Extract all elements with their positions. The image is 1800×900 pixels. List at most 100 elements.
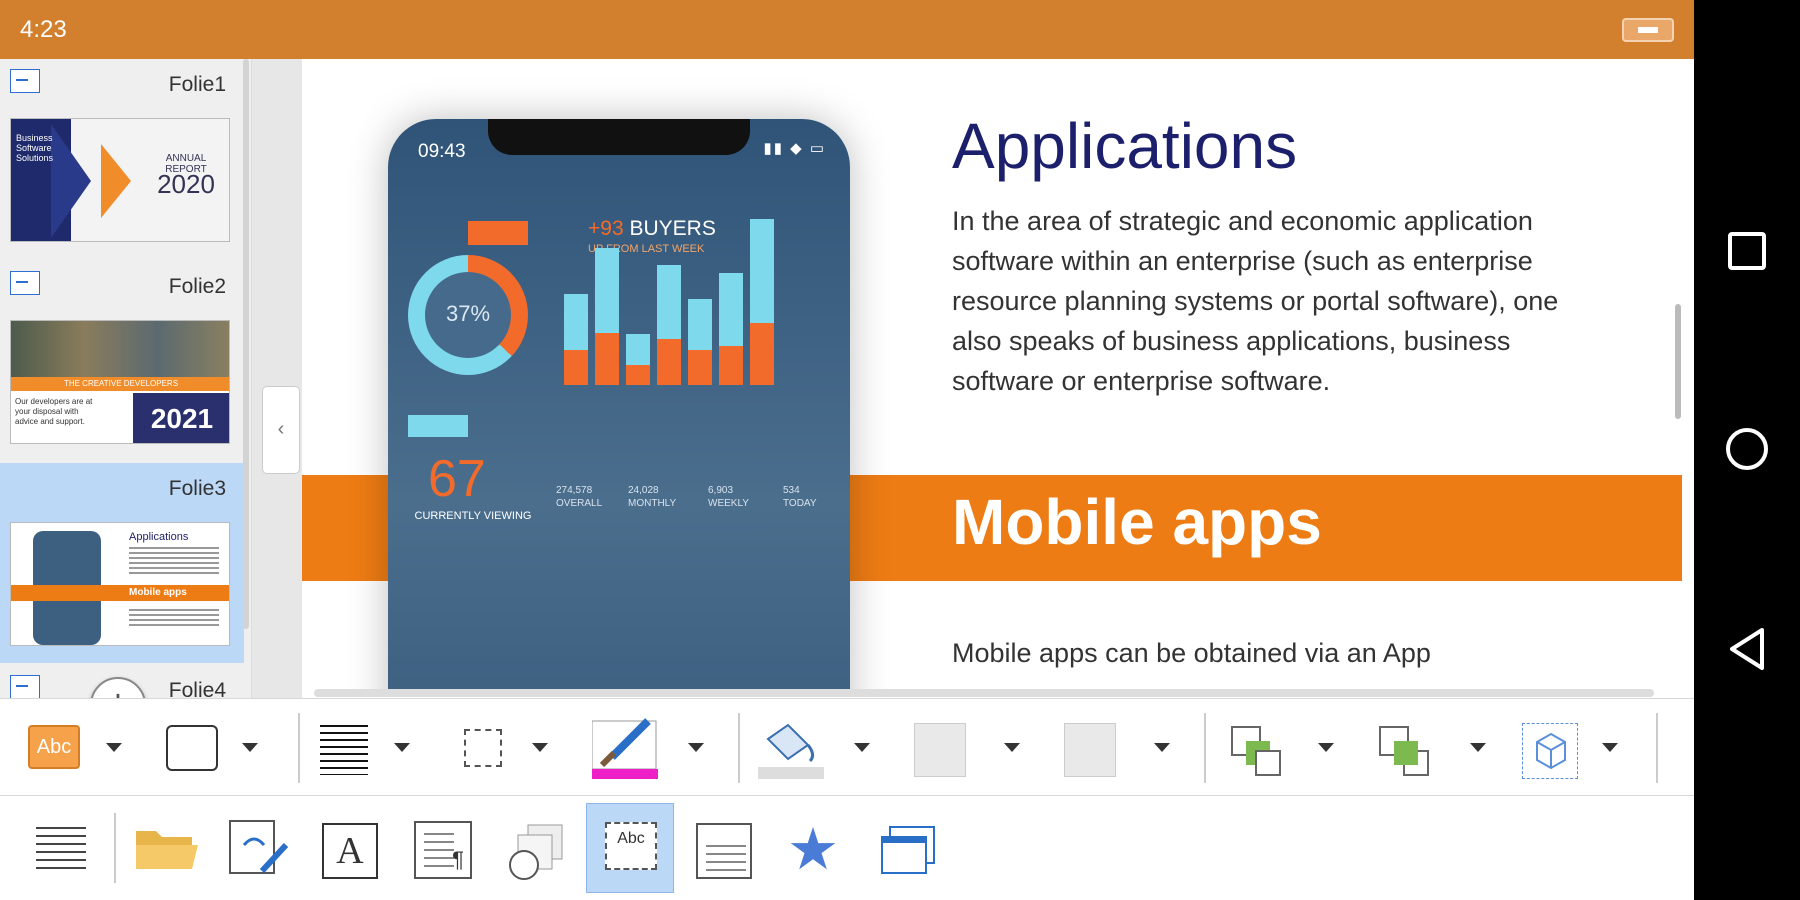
thumb-line: Our developers are at xyxy=(15,397,93,406)
slide-vertical-scrollbar[interactable] xyxy=(1675,304,1681,419)
chevron-down-icon[interactable] xyxy=(1154,743,1170,752)
phone-image[interactable]: 09:43 ▮▮ ◆ ▭ 37% +93 BUYERS UP FROM LAST… xyxy=(388,119,850,689)
phone-buyers: +93 BUYERS xyxy=(588,217,716,241)
slide-panel[interactable]: Folie1 Business Software Solutions ANNUA… xyxy=(0,59,252,698)
slide-name: Folie1 xyxy=(168,73,226,96)
shadow-button[interactable] xyxy=(464,729,502,767)
shape-border-button[interactable] xyxy=(166,725,218,771)
layout-button[interactable] xyxy=(696,823,752,879)
phone-notch xyxy=(488,119,750,155)
phone-bar xyxy=(626,334,650,365)
home-icon[interactable] xyxy=(1724,426,1770,472)
menu-button[interactable] xyxy=(36,827,86,875)
toolbar-separator xyxy=(298,713,300,783)
chevron-down-icon[interactable] xyxy=(1318,743,1334,752)
chevron-down-icon[interactable] xyxy=(1602,743,1618,752)
phone-bar xyxy=(688,299,712,350)
phone-bar-segment xyxy=(626,365,650,385)
textbox-label: Abc xyxy=(605,822,657,870)
thumb-line: advice and support. xyxy=(15,417,85,426)
chevron-down-icon[interactable] xyxy=(532,743,548,752)
slide-horizontal-scrollbar[interactable] xyxy=(314,689,1654,697)
slide-preview: Mobile apps Applications xyxy=(10,522,230,646)
slide-thumb-1[interactable]: Folie1 Business Software Solutions ANNUA… xyxy=(0,59,244,259)
slide-marker-icon xyxy=(10,271,40,295)
insert-text-button[interactable]: A xyxy=(322,823,378,879)
slide-body-text-2[interactable]: Mobile apps can be obtained via an App xyxy=(952,638,1592,669)
band-title[interactable]: Mobile apps xyxy=(952,485,1322,559)
fill-color-button[interactable] xyxy=(758,719,824,779)
phone-bar xyxy=(564,294,588,350)
back-icon[interactable] xyxy=(1724,626,1770,672)
chevron-down-icon[interactable] xyxy=(1004,743,1020,752)
slide-preview: THE CREATIVE DEVELOPERS Our developers a… xyxy=(10,320,230,444)
phone-bar xyxy=(595,248,619,333)
stat-value: 24,028 xyxy=(628,485,659,496)
chevron-down-icon[interactable] xyxy=(854,743,870,752)
thumb-line: your disposal with xyxy=(15,407,79,416)
phone-bar xyxy=(719,273,743,346)
bring-forward-button[interactable] xyxy=(1228,723,1284,779)
recent-apps-icon[interactable] xyxy=(1724,228,1770,274)
phone-bar-segment xyxy=(595,333,619,385)
chevron-down-icon[interactable] xyxy=(242,743,258,752)
chevron-down-icon[interactable] xyxy=(106,743,122,752)
format-toolbar: Abc xyxy=(0,698,1694,796)
slide-preview: Business Software Solutions ANNUAL REPOR… xyxy=(10,118,230,242)
phone-badge xyxy=(468,221,528,245)
phone-donut-label: 37% xyxy=(445,301,491,326)
main-toolbar: A ¶ Abc ★ xyxy=(0,797,1694,900)
stat-label: MONTHLY xyxy=(628,498,677,509)
chevron-down-icon[interactable] xyxy=(1470,743,1486,752)
phone-time: 09:43 xyxy=(418,141,466,162)
thumb-year: 2020 xyxy=(157,169,215,199)
3d-button[interactable] xyxy=(1522,723,1578,779)
phone-bar xyxy=(750,219,774,323)
line-style-button[interactable] xyxy=(320,725,368,775)
phone-big-label: CURRENTLY VIEWING xyxy=(414,510,532,522)
paragraph-button[interactable]: ¶ xyxy=(414,821,472,879)
open-file-button[interactable] xyxy=(134,819,200,879)
line-color-button[interactable] xyxy=(591,717,660,779)
slide-name: Folie3 xyxy=(168,477,226,500)
chevron-down-icon[interactable] xyxy=(688,743,704,752)
align-center-button[interactable] xyxy=(1064,723,1116,777)
sidebar-scrollbar[interactable] xyxy=(243,59,249,629)
phone-stat: 24,028 MONTHLY xyxy=(628,484,688,510)
windows-button[interactable] xyxy=(880,825,936,875)
slide-thumb-2[interactable]: Folie2 THE CREATIVE DEVELOPERS Our devel… xyxy=(0,261,244,461)
phone-status-icons: ▮▮ ◆ ▭ xyxy=(763,140,826,157)
stat-value: 534 xyxy=(783,485,800,496)
slide-canvas[interactable]: 09:43 ▮▮ ◆ ▭ 37% +93 BUYERS UP FROM LAST… xyxy=(302,59,1684,689)
phone-bar-segment xyxy=(688,350,712,385)
phone-wave-graphic xyxy=(388,679,850,689)
slide-thumb-3[interactable]: Folie3 Mobile apps Applications xyxy=(0,463,244,663)
phone-stat: 534 TODAY xyxy=(783,484,843,510)
thumb-title: Applications xyxy=(129,531,189,543)
thumb-line: Software xyxy=(16,143,52,153)
slide-name: Folie2 xyxy=(168,275,226,298)
thumb-banner: THE CREATIVE DEVELOPERS xyxy=(11,377,229,391)
send-backward-button[interactable] xyxy=(1376,723,1432,779)
phone-stat: 274,578 OVERALL xyxy=(556,484,616,510)
stat-label: OVERALL xyxy=(556,498,603,509)
collapse-panel-button[interactable]: ‹ xyxy=(262,386,300,474)
phone-bar-segment xyxy=(719,346,743,385)
editor-gutter xyxy=(252,59,302,698)
favorites-button[interactable]: ★ xyxy=(782,819,844,881)
thumb-line: Business xyxy=(16,133,53,143)
toolbar-separator xyxy=(1656,713,1658,783)
slide-body-text[interactable]: In the area of strategic and economic ap… xyxy=(952,201,1592,401)
chevron-down-icon[interactable] xyxy=(394,743,410,752)
android-nav-bar xyxy=(1694,0,1800,900)
toolbar-separator xyxy=(114,813,116,883)
slide-title[interactable]: Applications xyxy=(952,109,1297,183)
clipboard-button[interactable] xyxy=(224,815,294,881)
textbox-button[interactable]: Abc xyxy=(586,803,674,893)
stat-label: TODAY xyxy=(783,498,817,509)
phone-bar-segment xyxy=(564,350,588,385)
align-left-button[interactable] xyxy=(914,723,966,777)
text-style-button[interactable]: Abc xyxy=(28,725,80,769)
pilcrow-icon: ¶ xyxy=(452,847,464,872)
shapes-button[interactable] xyxy=(504,821,568,881)
